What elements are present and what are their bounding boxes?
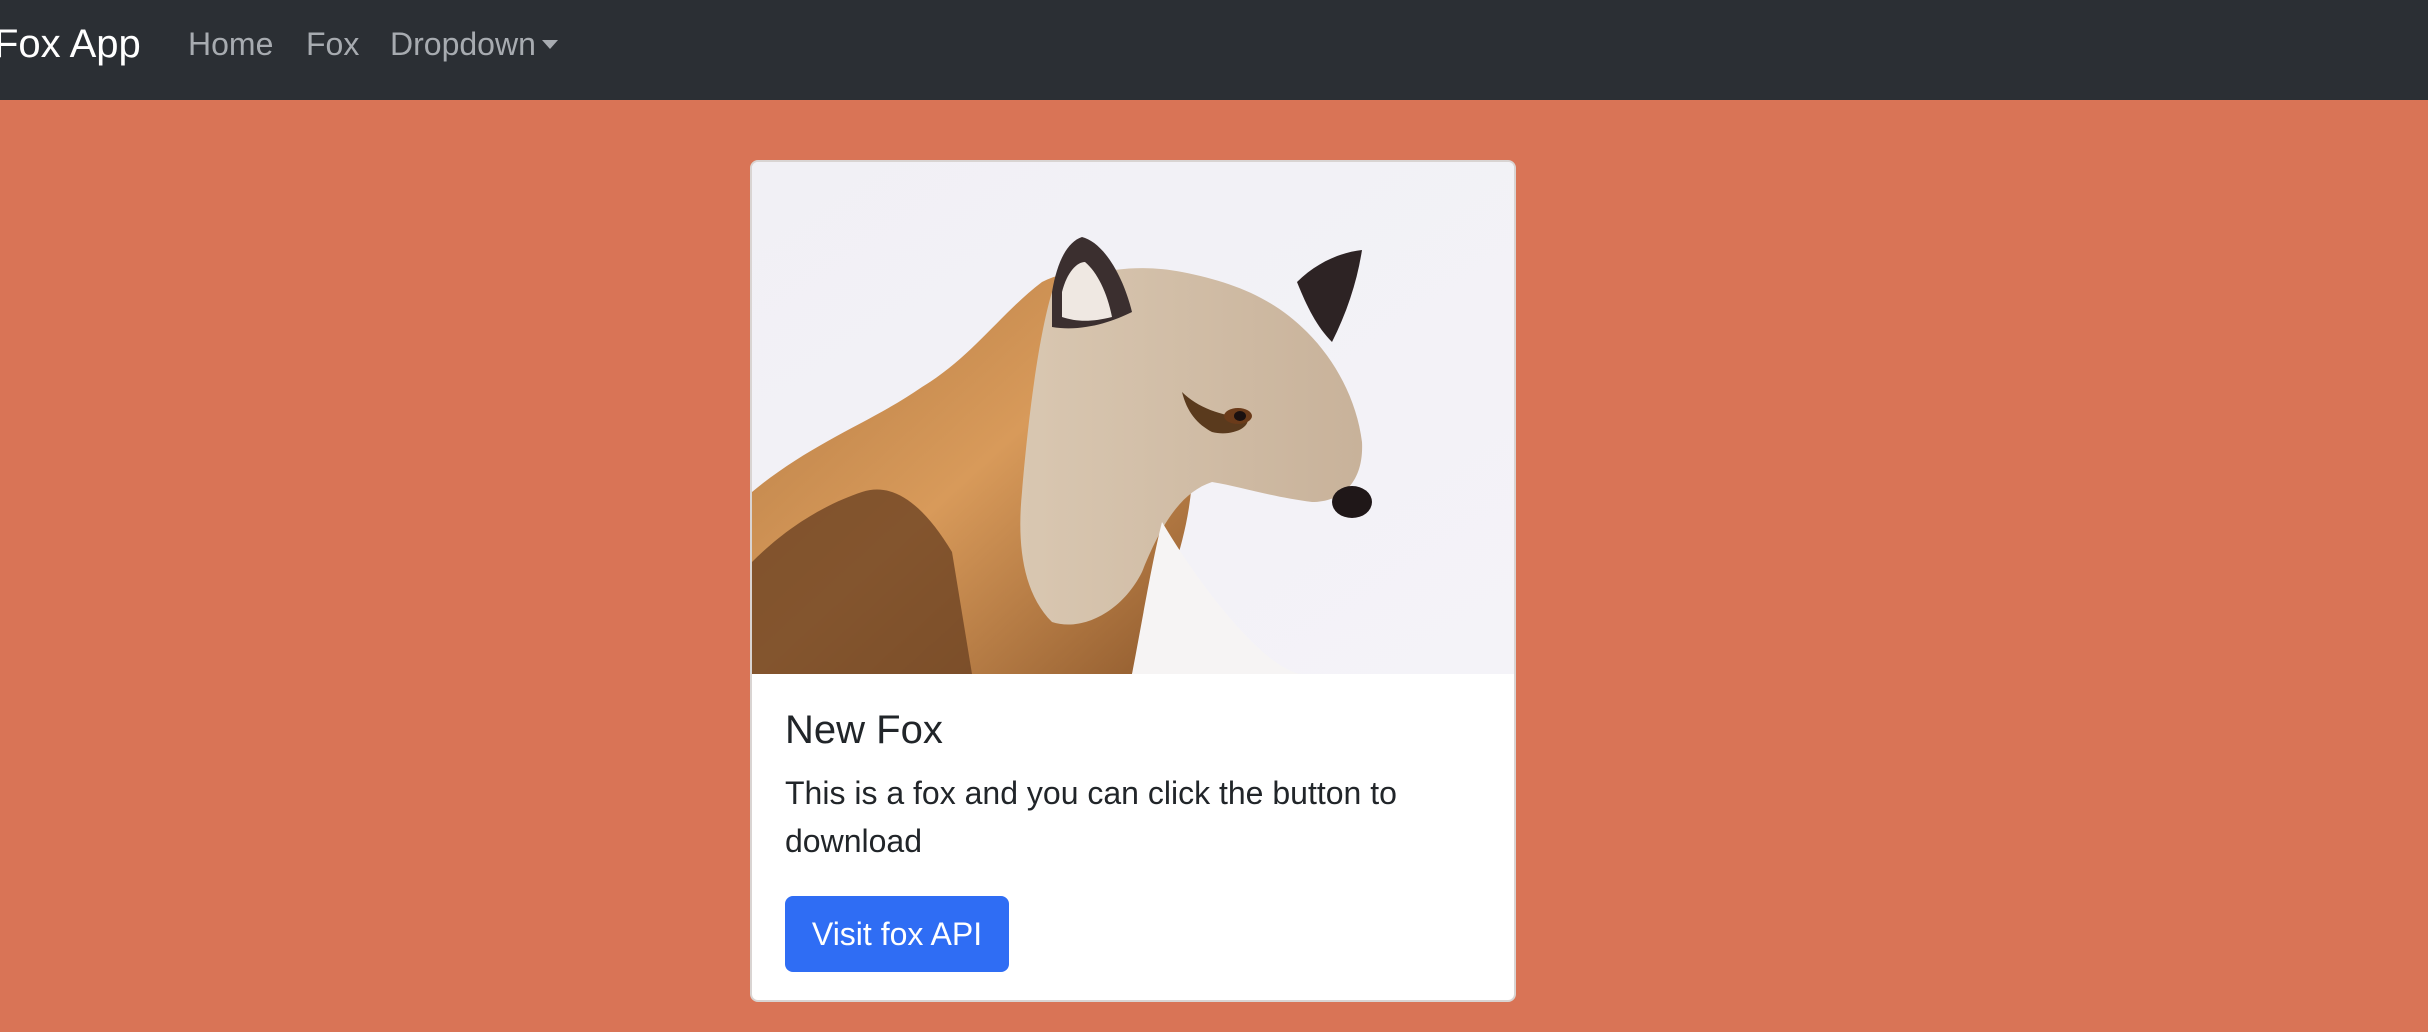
visit-fox-api-button[interactable]: Visit fox API bbox=[785, 896, 1009, 972]
nav-home-label: Home bbox=[188, 26, 274, 62]
card-title: New Fox bbox=[785, 708, 943, 752]
nav-dropdown-label: Dropdown bbox=[390, 26, 536, 62]
nav-fox-link[interactable]: Fox bbox=[306, 22, 359, 66]
fox-card: New Fox This is a fox and you can click … bbox=[750, 160, 1516, 1002]
nav-home-link[interactable]: Home bbox=[188, 22, 273, 66]
nav-fox-label: Fox bbox=[306, 26, 360, 62]
card-description: This is a fox and you can click the butt… bbox=[785, 775, 1397, 859]
nav-dropdown-toggle[interactable]: Dropdown bbox=[390, 22, 558, 66]
fox-image bbox=[752, 162, 1514, 674]
caret-down-icon bbox=[541, 40, 558, 49]
top-navbar: Fox App Home Fox Dropdown bbox=[0, 0, 2428, 100]
brand-logo[interactable]: Fox App bbox=[0, 18, 141, 70]
